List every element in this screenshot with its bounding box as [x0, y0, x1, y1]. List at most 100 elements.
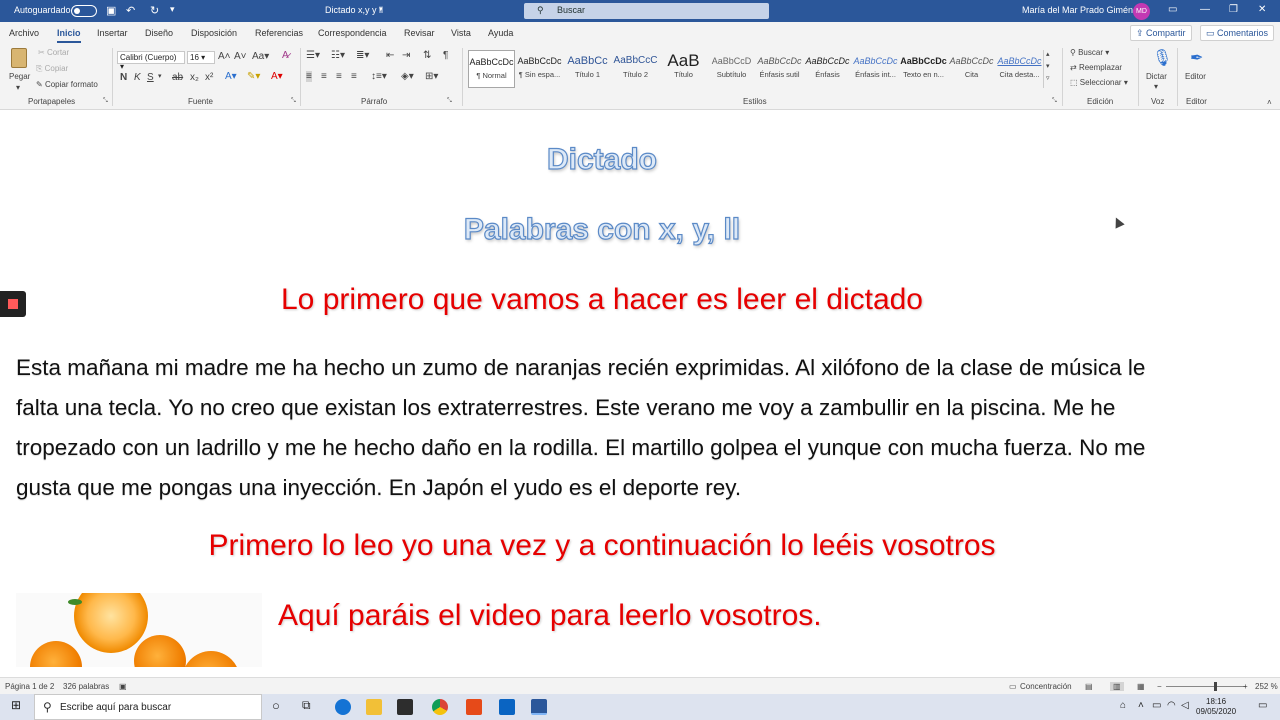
- align-left-icon[interactable]: ≡: [306, 71, 312, 82]
- select-button[interactable]: ⬚ Seleccionar ▾: [1070, 78, 1128, 87]
- search-box[interactable]: ⚲ Buscar: [524, 3, 769, 19]
- chrome-icon[interactable]: [432, 699, 448, 715]
- style-texto-en-negrita[interactable]: AaBbCcDc Texto en n...: [900, 50, 947, 88]
- align-center-icon[interactable]: ≡: [321, 71, 327, 82]
- shading-icon[interactable]: ◈▾: [401, 71, 414, 82]
- avatar[interactable]: MD: [1133, 3, 1150, 20]
- font-size-select[interactable]: 16 ▾: [187, 51, 215, 64]
- zoom-slider-thumb[interactable]: [1214, 682, 1217, 691]
- editor-button[interactable]: ✒ Editor: [1183, 48, 1211, 92]
- restore-icon[interactable]: ❐: [1229, 4, 1238, 15]
- taskbar-search[interactable]: ⚲ Escribe aquí para buscar: [34, 694, 262, 720]
- word-count[interactable]: 326 palabras: [63, 682, 109, 691]
- styles-scroll[interactable]: ▴ ▾ ▿: [1043, 50, 1054, 88]
- bullets-icon[interactable]: ☰▾: [306, 50, 320, 61]
- bold-icon[interactable]: N: [120, 72, 127, 83]
- zoom-out-icon[interactable]: −: [1157, 682, 1162, 691]
- redo-icon[interactable]: ↻: [150, 4, 159, 17]
- tab-disposicion[interactable]: Disposición: [191, 28, 237, 38]
- style-sin-espaciado[interactable]: AaBbCcDc ¶ Sin espa...: [516, 50, 563, 88]
- save-icon[interactable]: ▣: [106, 4, 116, 17]
- focus-mode-button[interactable]: Concentración: [1020, 682, 1072, 691]
- paste-button[interactable]: Pegar ▾: [8, 48, 30, 92]
- document-page[interactable]: Dictado Palabras con x, y, ll Lo primero…: [0, 111, 1280, 677]
- replace-button[interactable]: ⇄ Reemplazar: [1070, 63, 1122, 72]
- justify-icon[interactable]: ≡: [351, 71, 357, 82]
- collapse-ribbon-icon[interactable]: ˄: [1267, 98, 1272, 107]
- proofing-icon[interactable]: ▣: [119, 682, 127, 691]
- underline-chevron-icon[interactable]: ▾: [158, 72, 162, 80]
- title-chevron-down-icon[interactable]: ▾: [379, 5, 383, 13]
- cut-button[interactable]: ✂ Cortar: [38, 48, 69, 57]
- grow-font-icon[interactable]: A˄: [218, 51, 231, 62]
- share-button[interactable]: ⇪ Compartir: [1130, 25, 1192, 41]
- align-right-icon[interactable]: ≡: [336, 71, 342, 82]
- styles-more-icon[interactable]: ▿: [1046, 74, 1050, 82]
- copy-button[interactable]: ⎘ Copiar: [36, 64, 68, 74]
- tab-correspondencia[interactable]: Correspondencia: [318, 28, 387, 38]
- style-normal[interactable]: AaBbCcDc ¶ Normal: [468, 50, 515, 88]
- undo-icon[interactable]: ↶: [126, 4, 135, 17]
- tab-archivo[interactable]: Archivo: [9, 28, 39, 38]
- styles-launcher-icon[interactable]: ⤡: [1052, 98, 1057, 105]
- paragraph-launcher-icon[interactable]: ⤡: [447, 98, 452, 105]
- office-icon[interactable]: [466, 699, 482, 715]
- clear-format-icon[interactable]: A̷: [282, 50, 289, 61]
- style-titulo-1[interactable]: AaBbCc Título 1: [564, 50, 611, 88]
- style-titulo-2[interactable]: AaBbCcC Título 2: [612, 50, 659, 88]
- read-mode-icon[interactable]: ▤: [1085, 682, 1093, 691]
- subscript-icon[interactable]: x₂: [190, 72, 199, 83]
- web-layout-icon[interactable]: ▦: [1137, 682, 1145, 691]
- volume-icon[interactable]: ◁: [1181, 700, 1189, 711]
- mail-icon[interactable]: [499, 699, 515, 715]
- borders-icon[interactable]: ⊞▾: [425, 71, 438, 82]
- wifi-icon[interactable]: ◠: [1167, 700, 1176, 711]
- pilcrow-icon[interactable]: ¶: [443, 50, 448, 61]
- style-titulo[interactable]: AaB Título: [660, 50, 707, 88]
- change-case-button[interactable]: Aa▾: [252, 51, 269, 62]
- increase-indent-icon[interactable]: ⇥: [402, 50, 410, 61]
- font-name-select[interactable]: Calibri (Cuerpo) ▾: [117, 51, 185, 71]
- user-name[interactable]: María del Mar Prado Giménez: [1022, 5, 1143, 15]
- tab-insertar[interactable]: Insertar: [97, 28, 128, 38]
- multilevel-list-icon[interactable]: ≣▾: [356, 50, 369, 61]
- page-count[interactable]: Página 1 de 2: [5, 682, 54, 691]
- autosave-toggle[interactable]: [71, 5, 97, 17]
- font-color-icon[interactable]: A▾: [271, 71, 283, 82]
- superscript-icon[interactable]: x²: [205, 72, 213, 83]
- sort-icon[interactable]: ⇅: [423, 50, 431, 61]
- italic-icon[interactable]: K: [134, 72, 141, 83]
- style-enfasis-sutil[interactable]: AaBbCcDc Énfasis sutil: [756, 50, 803, 88]
- tab-vista[interactable]: Vista: [451, 28, 471, 38]
- underline-icon[interactable]: S: [147, 72, 154, 83]
- line-spacing-icon[interactable]: ↕≡▾: [371, 71, 387, 82]
- numbering-icon[interactable]: ☷▾: [331, 50, 345, 61]
- style-cita[interactable]: AaBbCcDc Cita: [948, 50, 995, 88]
- people-icon[interactable]: ⌂: [1120, 700, 1126, 711]
- style-subtitulo[interactable]: AaBbCcD Subtítulo: [708, 50, 755, 88]
- shrink-font-icon[interactable]: A˅: [234, 51, 247, 62]
- notifications-icon[interactable]: ▭: [1258, 700, 1267, 711]
- task-view-icon[interactable]: ⧉: [302, 698, 311, 713]
- ribbon-display-icon[interactable]: ▭: [1168, 4, 1177, 15]
- focus-icon[interactable]: ▭: [1009, 682, 1017, 691]
- word-icon[interactable]: [531, 699, 547, 715]
- comments-button[interactable]: ▭ Comentarios: [1200, 25, 1275, 41]
- scroll-down-icon[interactable]: ▾: [1046, 62, 1050, 70]
- find-button[interactable]: ⚲ Buscar ▾: [1070, 48, 1109, 57]
- clipboard-launcher-icon[interactable]: ⤡: [103, 98, 108, 105]
- tab-ayuda[interactable]: Ayuda: [488, 28, 513, 38]
- file-explorer-icon[interactable]: [366, 699, 382, 715]
- strikethrough-icon[interactable]: ab: [172, 72, 183, 83]
- print-layout-icon[interactable]: ▥: [1110, 682, 1124, 691]
- windows-start-icon[interactable]: ⊞: [11, 698, 21, 712]
- minimize-icon[interactable]: —: [1200, 4, 1210, 15]
- style-enfasis[interactable]: AaBbCcDc Énfasis: [804, 50, 851, 88]
- tab-inicio[interactable]: Inicio: [57, 28, 81, 43]
- clock[interactable]: 18:16 09/05/2020: [1196, 697, 1236, 717]
- zoom-slider[interactable]: [1166, 686, 1246, 687]
- zoom-level[interactable]: 252 %: [1255, 682, 1278, 691]
- show-hidden-icons[interactable]: ˄: [1138, 700, 1144, 711]
- style-enfasis-intenso[interactable]: AaBbCcDc Énfasis int...: [852, 50, 899, 88]
- dictate-button[interactable]: 🎙 Dictar ▾: [1144, 48, 1172, 92]
